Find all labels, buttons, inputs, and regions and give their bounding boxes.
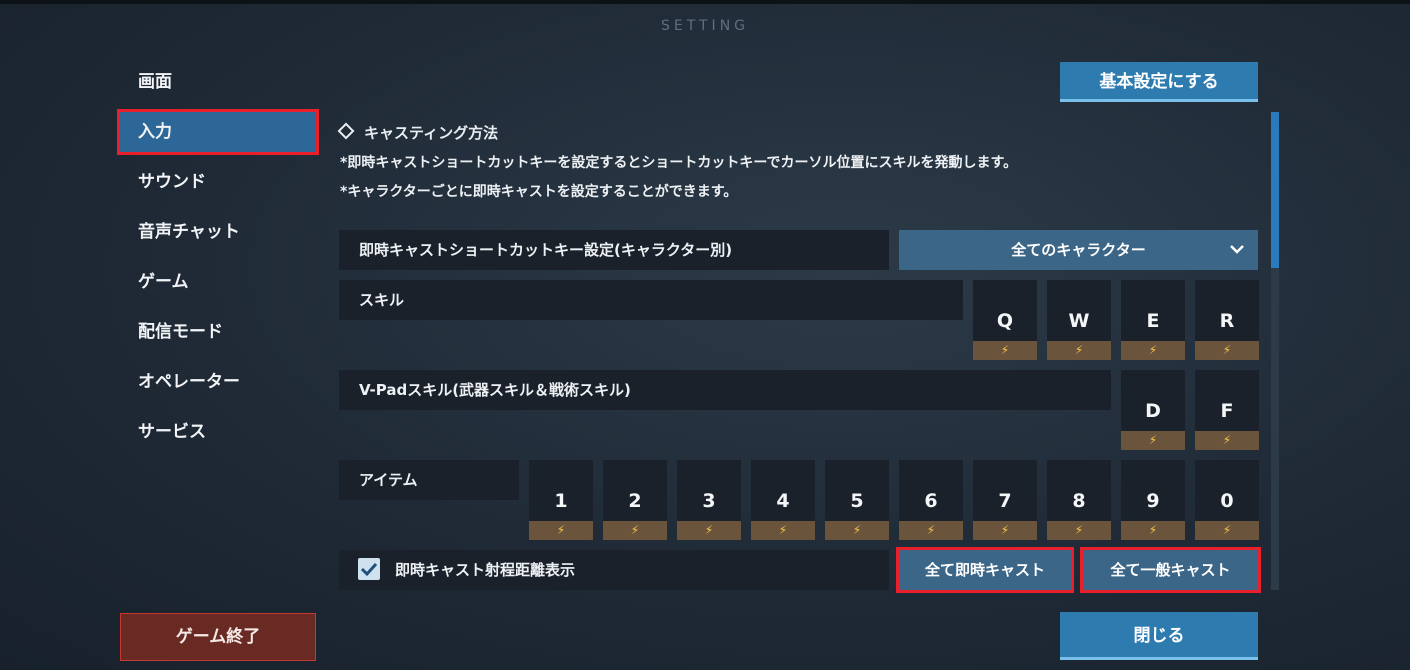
skill-key-q[interactable]: Q ⚡ [973, 280, 1037, 360]
lightning-icon: ⚡ [1121, 341, 1185, 360]
key-label: 4 [776, 490, 790, 512]
lightning-icon: ⚡ [1121, 521, 1185, 540]
item-key-9[interactable]: 9 ⚡ [1121, 460, 1185, 540]
item-key-2[interactable]: 2 ⚡ [603, 460, 667, 540]
vpad-row-label: V-Padスキル(武器スキル＆戦術スキル) [339, 370, 1111, 410]
note-shortcut: *即時キャストショートカットキーを設定するとショートカットキーでカーソル位置にス… [340, 155, 1018, 171]
key-label: 8 [1072, 490, 1086, 512]
note-per-character: *キャラクターごとに即時キャストを設定することができます。 [340, 184, 738, 200]
all-normal-cast-button[interactable]: 全て一般キャスト [1080, 547, 1261, 593]
lightning-icon: ⚡ [529, 521, 593, 540]
key-label: D [1145, 400, 1161, 422]
exit-game-button[interactable]: ゲーム終了 [120, 613, 316, 661]
lightning-icon: ⚡ [603, 521, 667, 540]
lightning-icon: ⚡ [677, 521, 741, 540]
item-key-0[interactable]: 0 ⚡ [1195, 460, 1259, 540]
item-key-3[interactable]: 3 ⚡ [677, 460, 741, 540]
sidebar-item-input[interactable]: 入力 [117, 109, 319, 155]
lightning-icon: ⚡ [1121, 431, 1185, 450]
range-display-label: 即時キャスト射程距離表示 [339, 550, 889, 590]
key-label: 9 [1146, 490, 1160, 512]
section-title: キャスティング方法 [364, 124, 499, 142]
skill-row-label: スキル [339, 280, 963, 320]
key-label: Q [996, 310, 1014, 332]
vpad-key-d[interactable]: D ⚡ [1121, 370, 1185, 450]
lightning-icon: ⚡ [825, 521, 889, 540]
sidebar-item-stream-mode[interactable]: 配信モード [120, 312, 316, 352]
key-label: 5 [850, 490, 864, 512]
key-label: 6 [924, 490, 938, 512]
key-label: 1 [554, 490, 568, 512]
close-button[interactable]: 閉じる [1060, 612, 1258, 660]
key-label: 7 [998, 490, 1012, 512]
item-key-1[interactable]: 1 ⚡ [529, 460, 593, 540]
reset-default-button[interactable]: 基本設定にする [1060, 62, 1258, 102]
sidebar-item-service[interactable]: サービス [120, 412, 316, 452]
key-label: 3 [702, 490, 716, 512]
character-dropdown-value: 全てのキャラクター [1011, 241, 1146, 259]
lightning-icon: ⚡ [1195, 521, 1259, 540]
scrollbar-thumb[interactable] [1271, 112, 1279, 268]
sidebar-item-voice-chat[interactable]: 音声チャット [120, 212, 316, 252]
lightning-icon: ⚡ [751, 521, 815, 540]
key-label: 0 [1220, 490, 1234, 512]
lightning-icon: ⚡ [1195, 431, 1259, 450]
lightning-icon: ⚡ [1047, 521, 1111, 540]
sidebar-item-screen[interactable]: 画面 [120, 62, 316, 102]
section-heading: キャスティング方法 [337, 122, 499, 143]
range-display-checkbox[interactable] [358, 558, 380, 580]
key-label: 2 [628, 490, 642, 512]
lightning-icon: ⚡ [1047, 341, 1111, 360]
key-label: W [1068, 310, 1090, 332]
lightning-icon: ⚡ [973, 521, 1037, 540]
shortcut-setting-label: 即時キャストショートカットキー設定(キャラクター別) [339, 230, 889, 270]
lightning-icon: ⚡ [1195, 341, 1259, 360]
window-title: SETTING [660, 18, 750, 34]
item-key-6[interactable]: 6 ⚡ [899, 460, 963, 540]
key-label: E [1146, 310, 1160, 332]
key-label: F [1220, 400, 1234, 422]
chevron-down-icon [1230, 245, 1244, 254]
lightning-icon: ⚡ [899, 521, 963, 540]
vpad-key-f[interactable]: F ⚡ [1195, 370, 1259, 450]
all-quick-cast-button[interactable]: 全て即時キャスト [896, 547, 1074, 593]
sidebar-item-game[interactable]: ゲーム [120, 262, 316, 302]
lightning-icon: ⚡ [973, 341, 1037, 360]
key-label: R [1219, 310, 1235, 332]
check-icon [360, 562, 378, 577]
top-border [0, 0, 1410, 4]
character-dropdown[interactable]: 全てのキャラクター [899, 230, 1258, 270]
skill-key-w[interactable]: W ⚡ [1047, 280, 1111, 360]
sidebar-item-operator[interactable]: オペレーター [120, 362, 316, 402]
item-key-8[interactable]: 8 ⚡ [1047, 460, 1111, 540]
item-key-5[interactable]: 5 ⚡ [825, 460, 889, 540]
diamond-icon [337, 122, 355, 140]
skill-key-e[interactable]: E ⚡ [1121, 280, 1185, 360]
item-row-label: アイテム [339, 460, 519, 500]
item-key-7[interactable]: 7 ⚡ [973, 460, 1037, 540]
item-key-4[interactable]: 4 ⚡ [751, 460, 815, 540]
sidebar-item-sound[interactable]: サウンド [120, 162, 316, 202]
skill-key-r[interactable]: R ⚡ [1195, 280, 1259, 360]
